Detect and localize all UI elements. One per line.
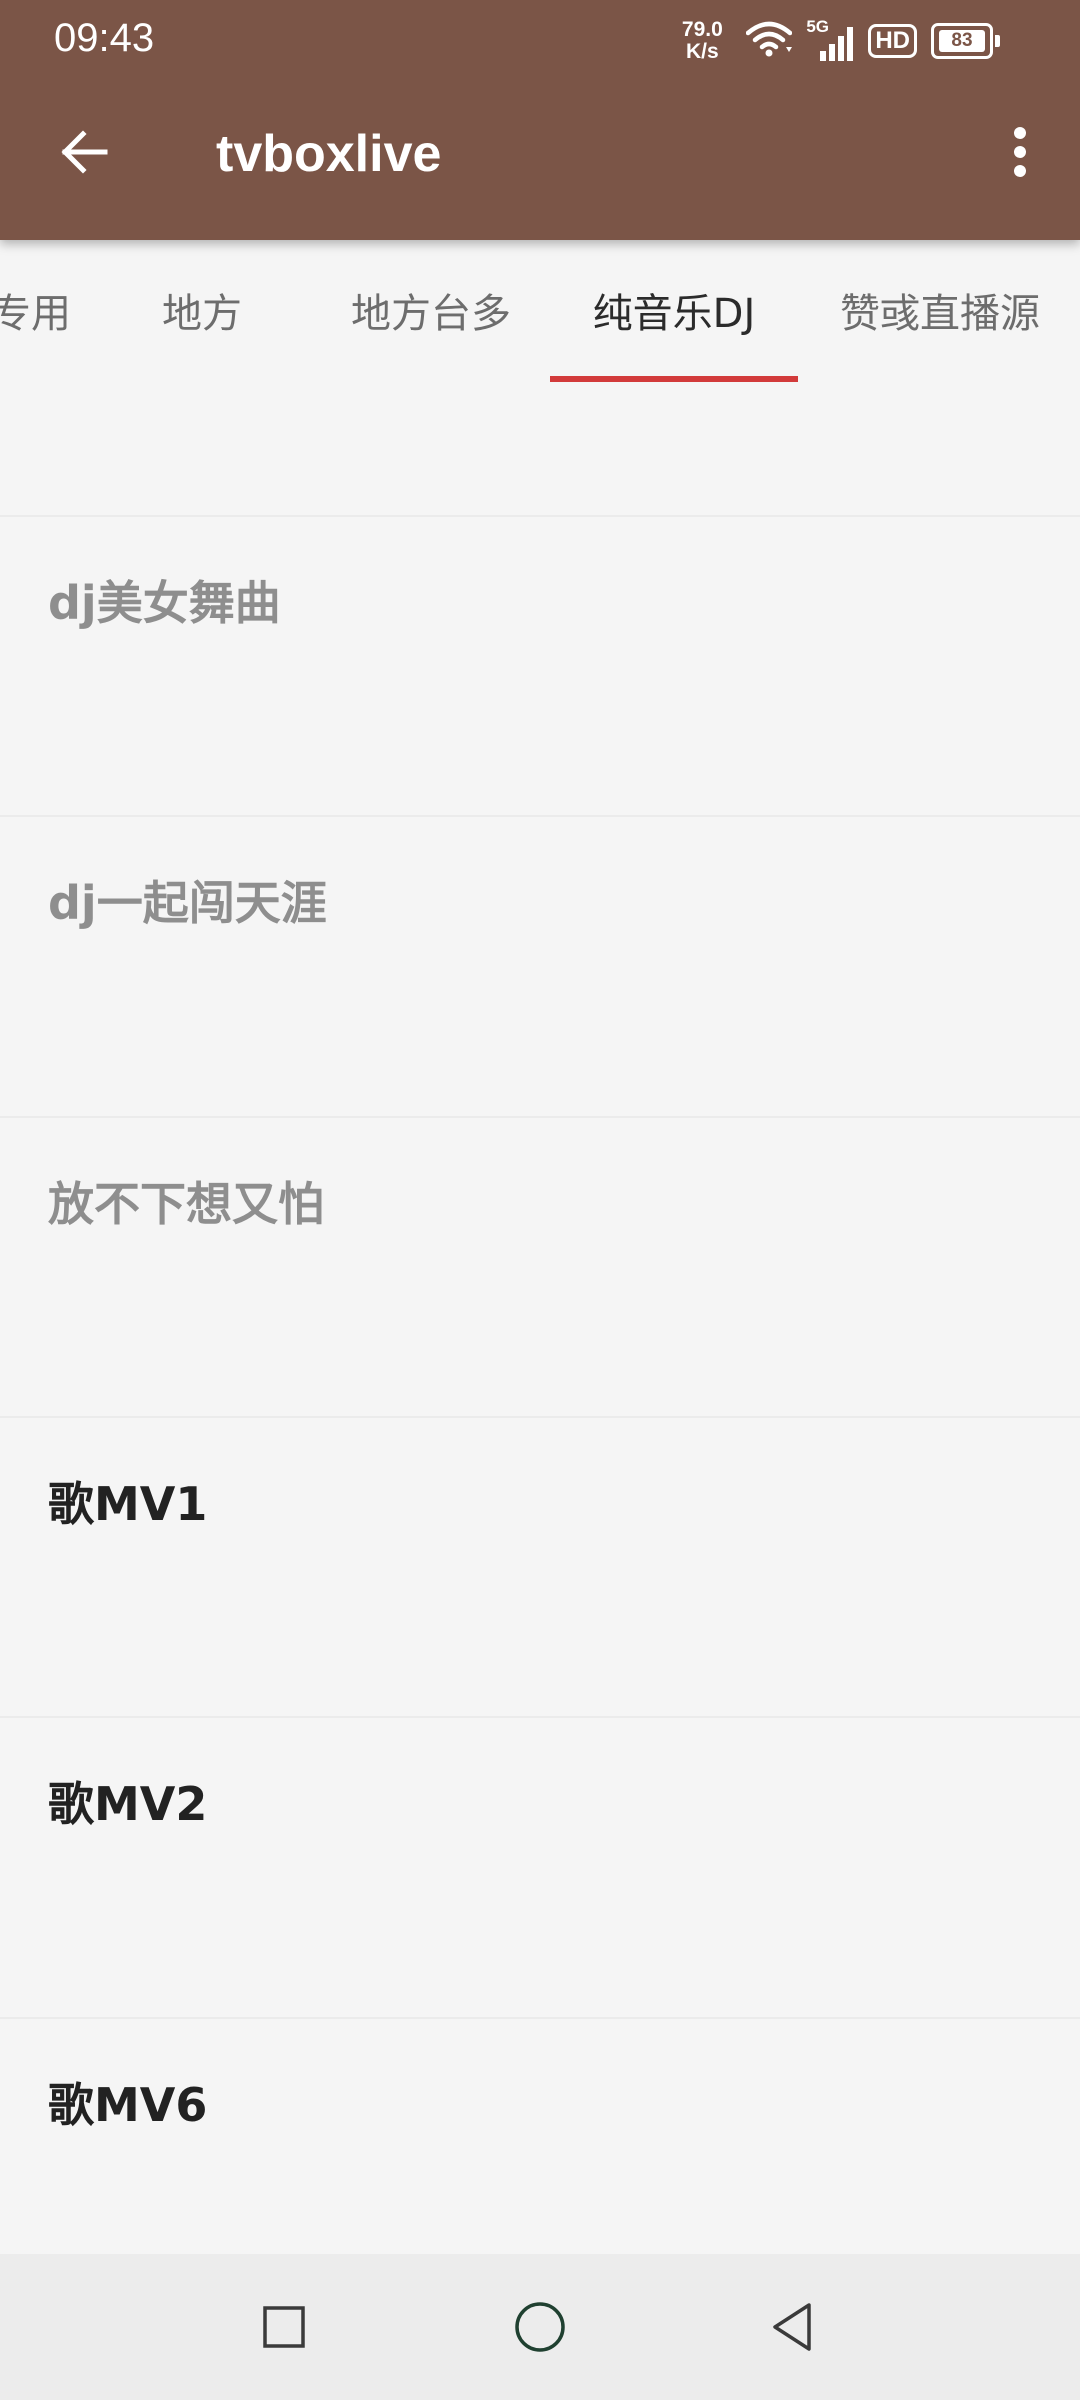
- hd-badge: HD: [868, 24, 917, 58]
- net-speed: 79.0 K/s: [672, 19, 732, 63]
- tab-zanyu-zhibo[interactable]: 赞彧直播源: [820, 240, 1060, 380]
- tab-bar: 专用 地方 地方台多 纯音乐DJ 赞彧直播源: [0, 240, 1080, 380]
- tab-difang[interactable]: 地方: [140, 240, 264, 380]
- tab-difangtaiduo[interactable]: 地方台多: [334, 240, 528, 380]
- status-time: 09:43: [54, 16, 155, 60]
- home-button[interactable]: [500, 2287, 580, 2367]
- list-item-label: 歌MV1: [48, 1477, 208, 1531]
- app-bar: 09:43 79.0 K/s 5G HD 83 tvboxlive: [0, 0, 1080, 240]
- list-item[interactable]: 歌MV6: [0, 2017, 1080, 2254]
- back-button[interactable]: [44, 112, 124, 192]
- overflow-menu-button[interactable]: [980, 112, 1060, 192]
- list-item[interactable]: dj一起闯天涯: [0, 815, 1080, 1115]
- list-item[interactable]: [0, 380, 1080, 476]
- tab-chunyinyue-dj[interactable]: 纯音乐DJ: [570, 240, 778, 380]
- signal-icon: 5G: [806, 17, 854, 63]
- list-item[interactable]: dj美女舞曲: [0, 515, 1080, 815]
- more-vertical-icon: [1014, 127, 1026, 177]
- list-item-label: 歌MV6: [48, 2078, 208, 2132]
- list-item[interactable]: 歌MV2: [0, 1716, 1080, 2016]
- circle-icon: [515, 2302, 565, 2352]
- list-item-label: 放不下想又怕: [48, 1177, 324, 1231]
- battery-level: 83: [939, 30, 985, 52]
- list-item[interactable]: 放不下想又怕: [0, 1116, 1080, 1416]
- triangle-left-icon: [773, 2303, 811, 2351]
- page-title: tvboxlive: [216, 125, 442, 183]
- list-item-label: dj一起闯天涯: [48, 876, 327, 930]
- system-nav-bar: [0, 2254, 1080, 2400]
- list-item[interactable]: 歌MV1: [0, 1416, 1080, 1716]
- list-item-label: 歌MV2: [48, 1777, 208, 1831]
- square-icon: [263, 2306, 305, 2348]
- list-item-label: dj美女舞曲: [48, 576, 281, 630]
- active-tab-indicator: [550, 376, 798, 382]
- nav-back-button[interactable]: [752, 2287, 832, 2367]
- arrow-left-icon: [61, 130, 108, 174]
- tab-zhuanyong[interactable]: 专用: [0, 240, 86, 380]
- net-speed-unit: K/s: [685, 40, 719, 63]
- recents-button[interactable]: [244, 2287, 324, 2367]
- battery-icon: 83: [931, 23, 1000, 59]
- wifi-icon: [746, 19, 793, 63]
- status-icons: 79.0 K/s 5G HD 83: [672, 16, 1000, 66]
- net-speed-value: 79.0: [681, 18, 723, 41]
- channel-list: dj美女舞曲 dj一起闯天涯 放不下想又怕 歌MV1 歌MV2 歌MV6: [0, 380, 1080, 2254]
